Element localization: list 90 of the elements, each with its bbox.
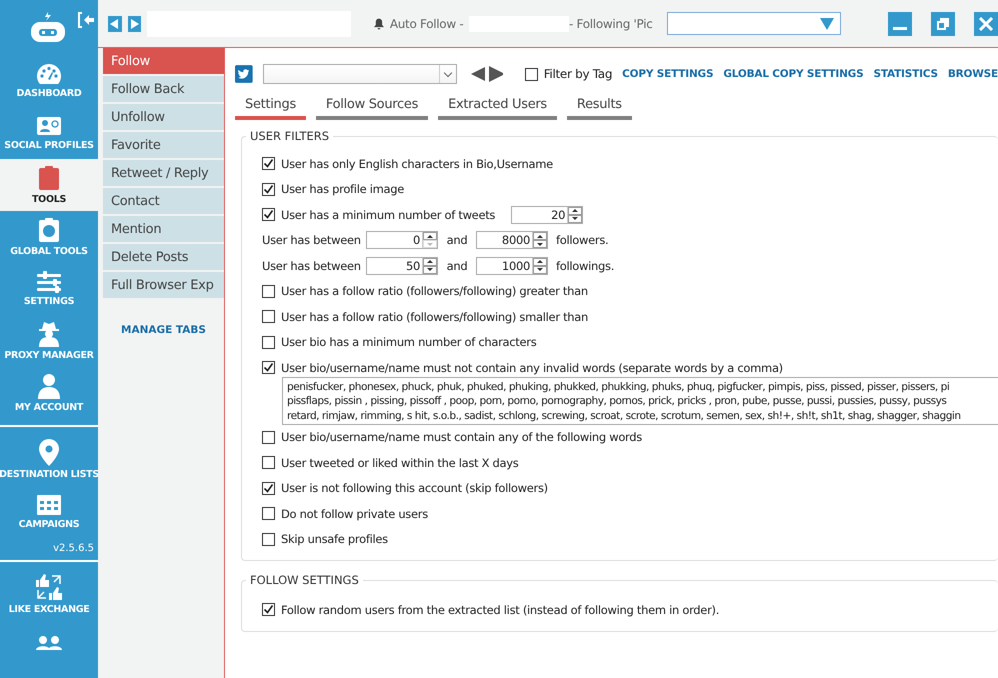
restore-icon bbox=[936, 16, 950, 30]
restore-button[interactable] bbox=[930, 12, 955, 36]
filter-by-tag-label: Filter by Tag bbox=[544, 67, 612, 81]
number-spinner[interactable]: 20 bbox=[511, 206, 584, 224]
checkbox[interactable] bbox=[262, 430, 275, 444]
robot-logo-icon bbox=[30, 12, 66, 42]
option-label: and bbox=[446, 233, 468, 248]
option-label: Follow random users from the extracted list (instead of following them in order). bbox=[281, 602, 720, 617]
sub-tab[interactable]: Mention bbox=[103, 216, 224, 242]
option-label: User has between bbox=[262, 258, 362, 273]
sub-tab[interactable]: Favorite bbox=[103, 132, 224, 158]
nav-item[interactable]: TOOLS bbox=[0, 159, 98, 211]
tab[interactable]: Settings bbox=[235, 95, 306, 120]
next-arrow-icon[interactable] bbox=[489, 66, 504, 82]
sub-tab[interactable]: Contact bbox=[103, 188, 224, 214]
sub-tab[interactable]: Full Browser Exp bbox=[103, 272, 224, 298]
close-button[interactable] bbox=[974, 12, 998, 36]
group-title: USER FILTERS bbox=[249, 129, 330, 143]
sliders-icon bbox=[36, 271, 62, 293]
tab[interactable]: Follow Sources bbox=[316, 95, 428, 120]
clipboard-icon bbox=[38, 165, 60, 191]
option-label: User has between bbox=[262, 233, 362, 248]
checkbox[interactable] bbox=[262, 456, 275, 470]
module-title: Auto Follow - bbox=[390, 16, 464, 30]
caret-icon bbox=[820, 18, 834, 30]
following-title: - Following 'Pic bbox=[568, 16, 653, 30]
back-button[interactable] bbox=[108, 16, 122, 32]
collapse-icon[interactable] bbox=[78, 12, 94, 28]
option-label: User has a minimum number of tweets bbox=[281, 208, 496, 222]
sub-tab[interactable]: Follow bbox=[103, 48, 224, 74]
forward-button[interactable] bbox=[128, 16, 142, 32]
toolbar-link[interactable]: BROWSE bbox=[948, 68, 998, 80]
bell-icon bbox=[374, 18, 384, 30]
previous-arrow-icon[interactable] bbox=[471, 66, 486, 82]
number-spinner[interactable]: 50 bbox=[366, 256, 438, 275]
checkbox[interactable] bbox=[262, 208, 275, 222]
version-label: v2.5.6.5 bbox=[52, 542, 95, 554]
number-spinner[interactable]: 1000 bbox=[476, 256, 548, 275]
tab[interactable]: Extracted Users bbox=[438, 95, 557, 120]
option-label: Skip unsafe profiles bbox=[281, 532, 388, 546]
option-label: User has a follow ratio (followers/following) greater than bbox=[281, 284, 588, 298]
sub-tab[interactable]: Retweet / Reply bbox=[103, 160, 224, 186]
back-arrow-icon bbox=[110, 18, 120, 28]
checkbox[interactable] bbox=[524, 68, 538, 80]
option-label: User bio has a minimum number of characters bbox=[281, 335, 536, 350]
calendar-icon bbox=[36, 492, 62, 516]
option-label: User tweeted or liked within the last X days bbox=[281, 456, 519, 470]
checkbox[interactable] bbox=[262, 157, 275, 170]
checkbox[interactable] bbox=[262, 361, 275, 374]
number-spinner[interactable]: 0 bbox=[366, 231, 438, 250]
toolbar-link[interactable]: COPY SETTINGS bbox=[622, 68, 714, 80]
sub-tab[interactable]: Delete Posts bbox=[103, 244, 224, 270]
group-title: FOLLOW SETTINGS bbox=[249, 573, 360, 587]
checkbox[interactable] bbox=[262, 182, 275, 196]
option-label: Do not follow private users bbox=[281, 506, 428, 521]
option-label: and bbox=[446, 258, 468, 273]
option-label: followings. bbox=[556, 258, 614, 273]
option-label: User bio/username/name must contain any of the following words bbox=[281, 430, 642, 444]
spy-icon bbox=[37, 321, 61, 347]
bird-icon bbox=[235, 64, 253, 84]
minimize-icon bbox=[892, 27, 907, 30]
checkbox[interactable] bbox=[262, 603, 275, 616]
number-spinner[interactable]: 8000 bbox=[476, 231, 548, 250]
toolbar-link[interactable]: STATISTICS bbox=[873, 68, 938, 80]
user-icon bbox=[37, 373, 61, 399]
checkbox[interactable] bbox=[262, 507, 275, 520]
minimize-button[interactable] bbox=[888, 12, 912, 36]
globe-clipboard-icon bbox=[38, 217, 60, 243]
close-icon bbox=[978, 16, 993, 30]
checkbox[interactable] bbox=[262, 532, 275, 546]
map-pin-icon bbox=[38, 438, 60, 466]
thumbs-exchange-icon bbox=[35, 573, 63, 601]
option-label: User has only English characters in Bio,Username bbox=[281, 156, 553, 171]
checkbox[interactable] bbox=[262, 310, 275, 324]
tab[interactable]: Results bbox=[566, 95, 632, 120]
words-text-area[interactable]: penisfucker, phonesex, phuck, phuk, phuked, phuking, phukked, phukking, phuks, phuq, pigfucker, pimpis, piss, pissed, pisser, pissers, pi pissflaps, pissin , pissing, pissoff , poop, porn, porno, pornography, pornos, prick, pricks , pron, pube, pusse, pussi, pussies, pussy, pussys retard, rimjaw, rimming, s hit, s.o.b., sadist, schlong, screwing, scroat, scrote, scrotum, semen, sex, sh!+, sh!t, sh1t, shag, shagger, shaggin bbox=[282, 376, 998, 424]
sub-tab[interactable]: Unfollow bbox=[103, 104, 224, 130]
option-label: User has profile image bbox=[281, 182, 404, 196]
checkbox[interactable] bbox=[262, 482, 275, 495]
checkbox[interactable] bbox=[262, 284, 275, 298]
manage-tabs-link[interactable]: MANAGE TABS bbox=[121, 324, 206, 336]
option-label: User bio/username/name must not contain any invalid words (separate words by a comma) bbox=[281, 360, 783, 375]
forward-arrow-icon bbox=[130, 18, 139, 28]
option-label: User is not following this account (skip followers) bbox=[281, 481, 548, 496]
sub-tab[interactable]: Follow Back bbox=[103, 76, 224, 102]
option-label: followers. bbox=[556, 233, 608, 248]
toolbar-link[interactable]: GLOBAL COPY SETTINGS bbox=[723, 68, 864, 80]
checkbox[interactable] bbox=[262, 336, 275, 349]
gauge-icon bbox=[36, 63, 62, 85]
option-label: User has a follow ratio (followers/following) smaller than bbox=[281, 310, 588, 324]
